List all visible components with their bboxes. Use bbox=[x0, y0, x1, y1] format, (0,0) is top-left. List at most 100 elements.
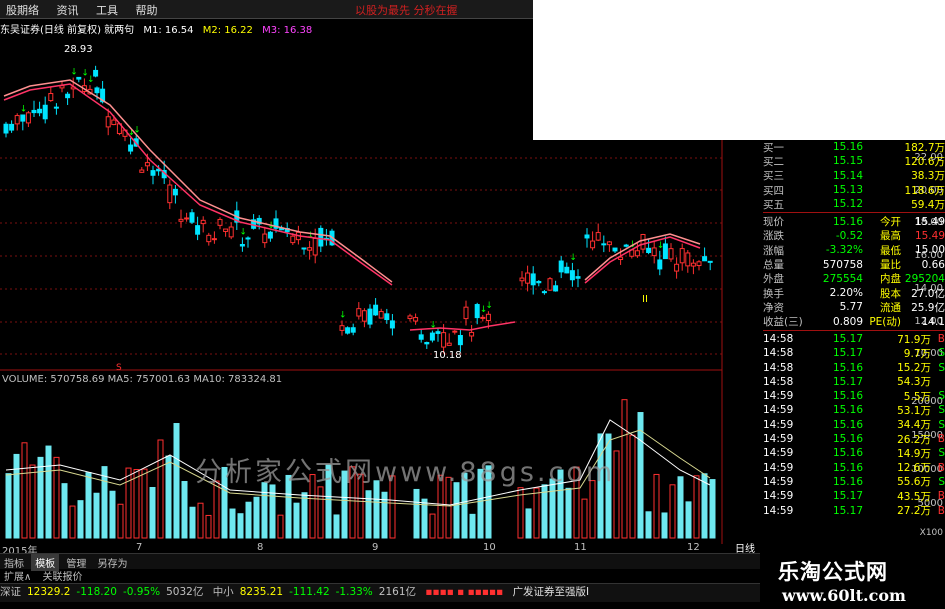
candle-body bbox=[345, 327, 351, 334]
tick-time: 14:59 bbox=[763, 447, 794, 460]
volume-bar bbox=[237, 513, 244, 539]
candle-body bbox=[612, 247, 618, 252]
tick-row: 14:58 15.17 71.9万 B bbox=[763, 332, 945, 346]
linked-quote-button[interactable]: 关联报价 bbox=[39, 572, 87, 583]
tick-row: 14:59 15.16 34.4万 S bbox=[763, 418, 945, 432]
tick-time: 14:59 bbox=[763, 490, 794, 503]
zx-percent: -1.33% bbox=[335, 586, 373, 598]
tick-row: 14:59 15.17 27.2万 B bbox=[763, 503, 945, 518]
candle-body bbox=[31, 109, 37, 114]
ma-line-long bbox=[409, 321, 516, 331]
tick-time: 14:59 bbox=[763, 433, 794, 446]
tick-price: 15.16 bbox=[832, 404, 863, 417]
stat-value: 15.49 bbox=[914, 215, 945, 228]
volume-bar bbox=[149, 487, 156, 539]
tick-row: 14:58 15.16 15.2万 S bbox=[763, 360, 945, 375]
candle-body bbox=[623, 244, 629, 247]
tick-volume: 34.4万 bbox=[897, 419, 931, 432]
candle-body bbox=[356, 308, 362, 317]
bid-price: 15.13 bbox=[832, 184, 863, 197]
volume-bar bbox=[133, 469, 140, 539]
volume-bar bbox=[589, 480, 596, 539]
stat-row: 收益(三) 0.809 PE(动) 14.1 bbox=[763, 315, 945, 329]
tick-side: B bbox=[937, 504, 945, 517]
quote-panel: 买一 15.16 182.7万 买二 15.15 120.6万 买三 15.14 38.3万 买四… bbox=[763, 140, 945, 550]
stat-label: 总量 bbox=[763, 259, 784, 272]
stat-value: 570758 bbox=[822, 258, 863, 271]
candle-body bbox=[228, 226, 234, 238]
tick-volume: 9.7万 bbox=[903, 347, 931, 360]
stat-label: PE(动) bbox=[869, 316, 901, 329]
brand-title: 乐淘公式网 bbox=[778, 560, 888, 584]
candle-body bbox=[463, 306, 469, 320]
bid-price: 15.16 bbox=[832, 141, 863, 154]
volume-bar bbox=[21, 442, 28, 539]
candle-body bbox=[575, 276, 581, 279]
candle-body bbox=[519, 277, 525, 282]
menu-item[interactable]: 帮助 bbox=[130, 0, 166, 18]
volume-bar bbox=[93, 492, 100, 539]
sz-percent: -0.95% bbox=[122, 586, 161, 598]
buy-arrow: ↓ bbox=[485, 301, 493, 311]
tick-price: 15.16 bbox=[832, 418, 863, 431]
bid-list: 买一 15.16 182.7万 买二 15.15 120.6万 买三 15.14 38.3万 买四… bbox=[763, 140, 945, 211]
tick-side: S bbox=[938, 447, 945, 460]
stats-list: 现价 15.16 今开 15.49 涨跌 -0.52 最高 15.49 涨幅 -3.32% 最低 15… bbox=[763, 214, 945, 329]
buy-arrow: ↓ bbox=[339, 310, 347, 320]
candle-body bbox=[378, 311, 384, 319]
tick-side: B bbox=[937, 490, 945, 503]
tick-time: 14:58 bbox=[763, 347, 794, 360]
tick-volume: 54.3万 bbox=[897, 376, 931, 389]
tick-time: 14:59 bbox=[763, 418, 794, 431]
candle-body bbox=[37, 108, 43, 114]
candle-body bbox=[536, 280, 542, 284]
volume-bar bbox=[205, 514, 212, 539]
zx-change: -111.42 bbox=[289, 586, 330, 598]
volume-header: VOLUME: 570758.69 MA5: 757001.63 MA10: 7… bbox=[2, 374, 283, 385]
candle-body bbox=[3, 123, 9, 134]
volume-bar bbox=[629, 434, 636, 539]
stat-label: 内盘 bbox=[880, 273, 901, 286]
volume-bar bbox=[565, 487, 572, 539]
broker-label: 广发证券至强版I bbox=[512, 586, 590, 598]
candle-body bbox=[541, 291, 547, 294]
stat-label: 今开 bbox=[880, 216, 901, 229]
volume-bar bbox=[13, 453, 20, 539]
volume-bar bbox=[109, 490, 116, 539]
brand-url: www.60lt.com bbox=[782, 586, 906, 605]
chart-header: 东吴证券(日线 前复权) 就两句 M1: 16.54 M2: 16.22 M3:… bbox=[0, 21, 720, 36]
bid-volume: 118.6万 bbox=[904, 184, 945, 197]
volume-bar bbox=[197, 502, 204, 539]
tick-row: 14:59 15.16 53.1万 S bbox=[763, 403, 945, 417]
volume-bar bbox=[301, 492, 308, 539]
volume-bar bbox=[429, 513, 436, 539]
tick-row: 14:58 15.17 54.3万 bbox=[763, 375, 945, 389]
stat-value: 295204 bbox=[904, 272, 945, 285]
stat-label: 收益(三) bbox=[763, 316, 803, 329]
tick-volume: 14.9万 bbox=[897, 447, 931, 460]
candle-body bbox=[361, 310, 367, 322]
stat-row: 现价 15.16 今开 15.49 bbox=[763, 214, 945, 229]
menu-item[interactable]: 工具 bbox=[90, 0, 126, 18]
candle-body bbox=[184, 217, 190, 220]
volume-bar bbox=[525, 508, 532, 539]
stat-value: 275554 bbox=[822, 272, 863, 285]
stat-value: 15.00 bbox=[914, 244, 945, 257]
sz-amount: 5032亿 bbox=[166, 586, 204, 598]
expand-button[interactable]: 扩展∧ bbox=[0, 572, 35, 583]
menu-item[interactable]: 股期络 bbox=[0, 0, 47, 18]
sz-label: 深证 bbox=[0, 586, 21, 598]
volume-bar bbox=[261, 482, 268, 539]
candle-body bbox=[651, 247, 657, 257]
tick-side: B bbox=[937, 333, 945, 345]
candle-body bbox=[318, 227, 324, 247]
sz-change: -118.20 bbox=[76, 586, 117, 598]
menu-item[interactable]: 资讯 bbox=[51, 0, 87, 18]
stat-label: 换手 bbox=[763, 287, 784, 300]
candle-body bbox=[640, 233, 646, 250]
volume-bar bbox=[5, 473, 12, 539]
tick-side: S bbox=[938, 404, 945, 417]
candle-body bbox=[189, 212, 195, 223]
volume-bar bbox=[677, 476, 684, 539]
candle-body bbox=[217, 218, 223, 226]
